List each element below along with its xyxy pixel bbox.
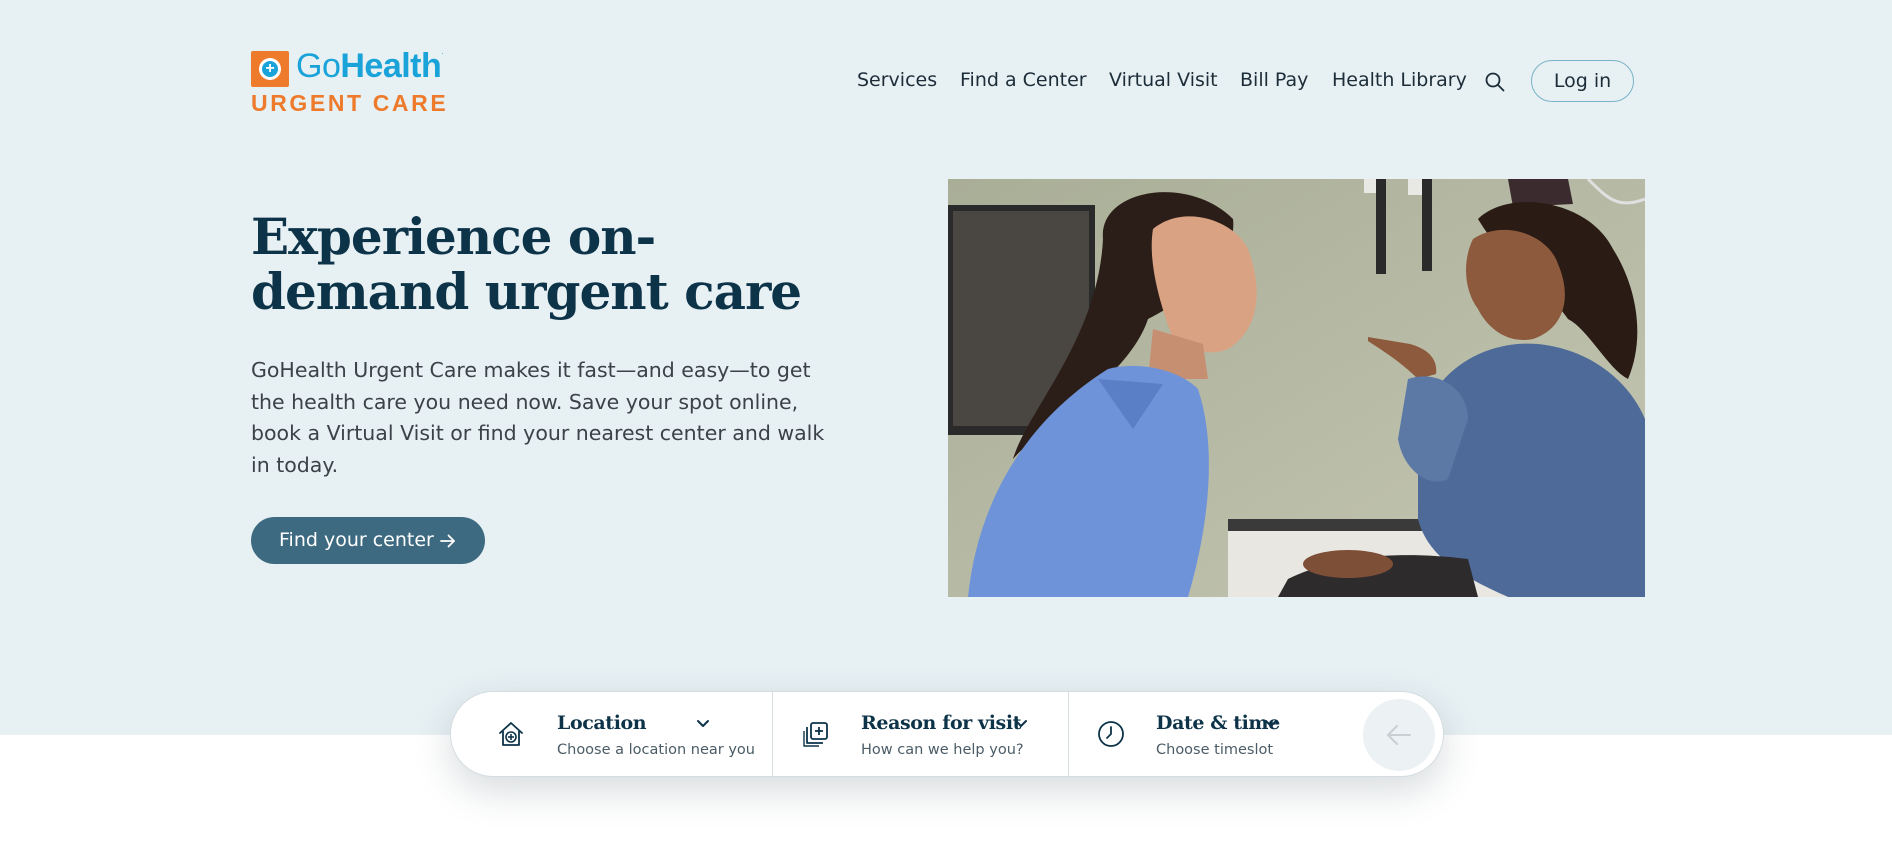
medical-cards-icon <box>803 722 828 747</box>
login-button[interactable]: Log in <box>1531 60 1634 102</box>
chevron-down-icon <box>697 720 709 727</box>
hero-title: Experience on-demand urgent care <box>251 207 802 321</box>
datetime-label: Date & time <box>1156 712 1280 734</box>
reason-selector[interactable]: Reason for visit How can we help you? <box>801 692 1061 776</box>
logo-mark-icon <box>251 51 289 87</box>
find-your-center-button[interactable]: Find your center <box>251 517 485 564</box>
nav-find-a-center[interactable]: Find a Center <box>960 69 1087 91</box>
location-hint: Choose a location near you <box>557 742 755 758</box>
reason-hint: How can we help you? <box>861 742 1024 758</box>
nav-bill-pay[interactable]: Bill Pay <box>1240 69 1308 91</box>
location-selector[interactable]: Location Choose a location near you <box>496 692 776 776</box>
logo-wordmark: GoHealth. <box>296 47 444 85</box>
nav-virtual-visit[interactable]: Virtual Visit <box>1109 69 1218 91</box>
arrow-left-icon <box>1387 725 1411 745</box>
arrow-right-icon <box>440 534 455 548</box>
booking-divider <box>772 692 773 776</box>
reason-label: Reason for visit <box>861 712 1022 734</box>
hero-photo <box>948 179 1645 597</box>
datetime-selector[interactable]: Date & time Choose timeslot <box>1096 692 1346 776</box>
gohealth-logo[interactable]: GoHealth. URGENT CARE <box>251 47 461 116</box>
hero-body: GoHealth Urgent Care makes it fast—and e… <box>251 358 825 477</box>
cta-label: Find your center <box>279 529 434 551</box>
location-label: Location <box>557 712 647 734</box>
home-plus-icon <box>499 722 523 746</box>
booking-divider <box>1068 692 1069 776</box>
chevron-down-icon <box>1015 720 1027 727</box>
nav-services[interactable]: Services <box>857 69 937 91</box>
datetime-hint: Choose timeslot <box>1156 742 1274 758</box>
logo-subtitle: URGENT CARE <box>251 90 449 116</box>
search-icon[interactable] <box>1484 71 1506 93</box>
nav-health-library[interactable]: Health Library <box>1332 69 1467 91</box>
clock-icon <box>1098 721 1124 747</box>
booking-bar: Location Choose a location near you Reas… <box>450 691 1444 777</box>
chevron-down-icon <box>1265 720 1277 727</box>
submit-button[interactable] <box>1363 699 1435 771</box>
